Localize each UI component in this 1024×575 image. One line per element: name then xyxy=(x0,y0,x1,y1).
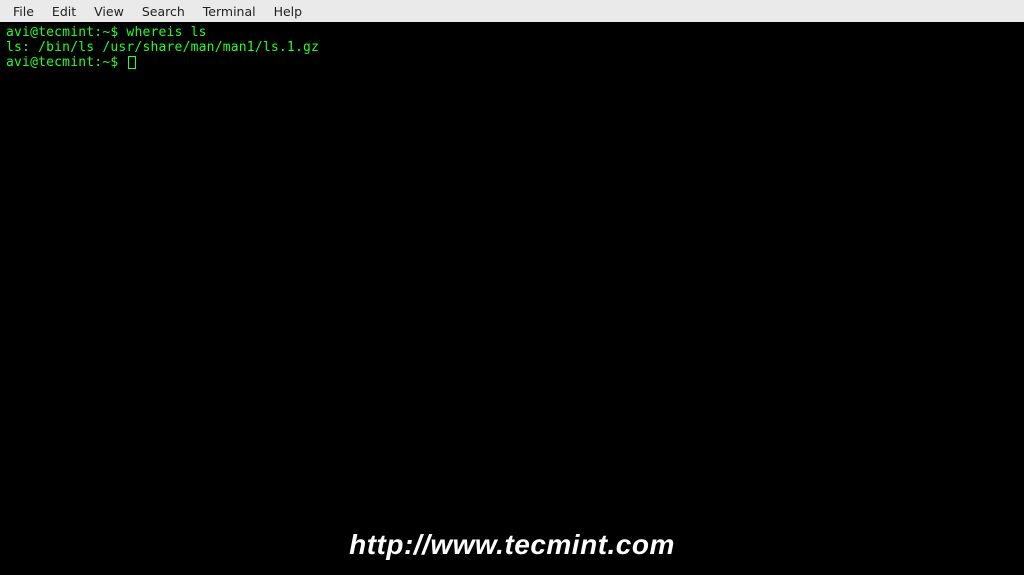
menu-help[interactable]: Help xyxy=(265,2,312,21)
command-text: whereis ls xyxy=(126,25,206,40)
cursor-icon xyxy=(128,56,136,69)
prompt-text: avi@tecmint:~ xyxy=(6,55,110,70)
prompt-text: avi@tecmint:~ xyxy=(6,25,110,40)
menu-edit[interactable]: Edit xyxy=(43,2,85,21)
output-text: ls: /bin/ls /usr/share/man/man1/ls.1.gz xyxy=(6,40,319,55)
menu-file[interactable]: File xyxy=(4,2,43,21)
watermark-text: http://www.tecmint.com xyxy=(0,529,1024,561)
terminal-line: ls: /bin/ls /usr/share/man/man1/ls.1.gz xyxy=(6,40,1018,55)
menu-view[interactable]: View xyxy=(85,2,133,21)
menu-search[interactable]: Search xyxy=(133,2,194,21)
terminal-line: avi@tecmint:~$ whereis ls xyxy=(6,25,1018,40)
prompt-symbol: $ xyxy=(110,55,118,70)
menubar: File Edit View Search Terminal Help xyxy=(0,0,1024,22)
prompt-symbol: $ xyxy=(110,25,118,40)
menu-terminal[interactable]: Terminal xyxy=(194,2,265,21)
terminal-line: avi@tecmint:~$ xyxy=(6,55,1018,70)
terminal-area[interactable]: avi@tecmint:~$ whereis ls ls: /bin/ls /u… xyxy=(0,22,1024,575)
